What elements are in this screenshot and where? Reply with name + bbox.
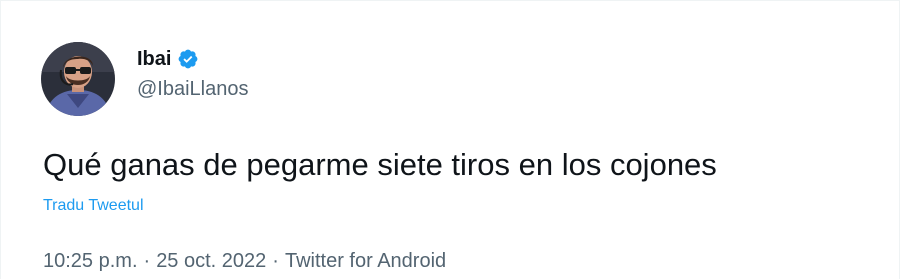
- display-name[interactable]: Ibai: [137, 48, 171, 71]
- name-row: Ibai: [137, 46, 248, 72]
- meta-separator: ·: [272, 250, 279, 272]
- tweet-date[interactable]: 25 oct. 2022: [156, 250, 266, 272]
- meta-separator: ·: [143, 250, 151, 272]
- tweet-source[interactable]: Twitter for Android: [285, 250, 446, 272]
- avatar-image: [41, 42, 115, 116]
- handle[interactable]: @IbaiLlanos: [137, 78, 248, 101]
- tweet-text: Qué ganas de pegarme siete tiros en los …: [43, 147, 717, 182]
- avatar[interactable]: [41, 42, 115, 116]
- tweet-time[interactable]: 10:25 p.m.: [43, 250, 138, 272]
- tweet-card: Ibai @IbaiLlanos Qué ganas de pegarme si…: [0, 0, 900, 279]
- author-block: Ibai @IbaiLlanos: [137, 46, 248, 101]
- translate-tweet-link[interactable]: Tradu Tweetul: [43, 197, 144, 215]
- tweet-metadata: 10:25 p.m. · 25 oct. 2022 · Twitter for Andr…: [43, 250, 446, 273]
- verified-badge-icon: [177, 48, 199, 70]
